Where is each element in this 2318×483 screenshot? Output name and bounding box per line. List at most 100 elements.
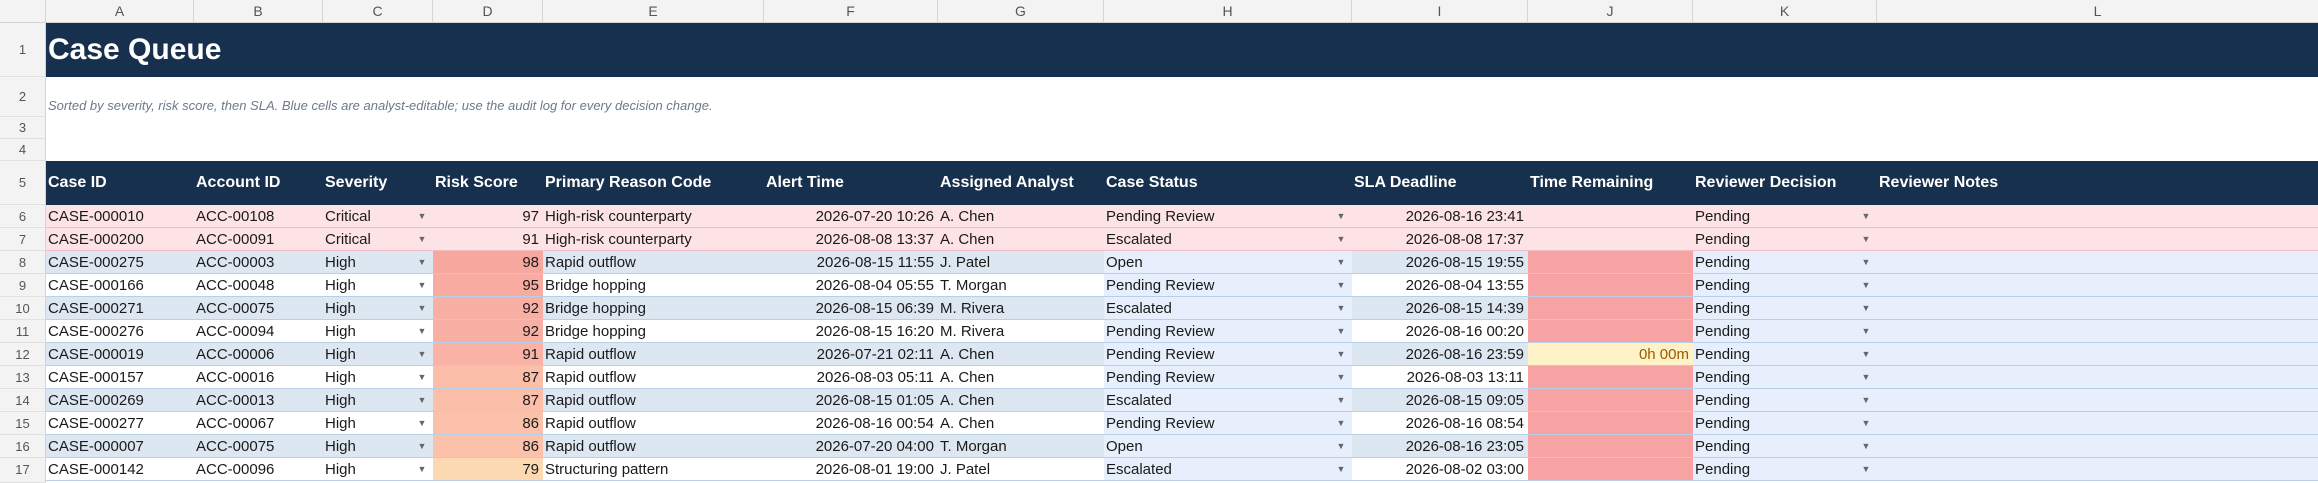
case-status-cell[interactable]: Escalated [1104,389,1352,411]
reviewer-notes-cell[interactable] [1877,274,2318,296]
alert-time-cell[interactable]: 2026-08-15 06:39 [764,297,938,319]
column-header-d[interactable]: D [433,0,543,22]
dropdown-arrow-icon[interactable]: ▼ [1859,297,1873,319]
dropdown-arrow-icon[interactable]: ▼ [1334,435,1348,457]
column-header-k[interactable]: K [1693,0,1877,22]
account-id-cell[interactable]: ACC-00075 [194,435,323,457]
dropdown-arrow-icon[interactable]: ▼ [415,412,429,434]
analyst-cell[interactable]: A. Chen [938,343,1104,365]
column-header-e[interactable]: E [543,0,764,22]
header-time-remaining[interactable]: Time Remaining [1530,161,1653,205]
case-id-cell[interactable]: CASE-000277 [46,412,194,434]
analyst-cell[interactable]: J. Patel [938,458,1104,480]
analyst-cell[interactable]: J. Patel [938,251,1104,273]
reason-code-cell[interactable]: Bridge hopping [543,297,764,319]
case-id-cell[interactable]: CASE-000157 [46,366,194,388]
account-id-cell[interactable]: ACC-00096 [194,458,323,480]
reviewer-notes-cell[interactable] [1877,458,2318,480]
analyst-cell[interactable]: M. Rivera [938,297,1104,319]
header-severity[interactable]: Severity [325,161,387,205]
reviewer-notes-cell[interactable] [1877,412,2318,434]
sla-deadline-cell[interactable]: 2026-08-15 09:05 [1352,389,1528,411]
dropdown-arrow-icon[interactable]: ▼ [415,251,429,273]
dropdown-arrow-icon[interactable]: ▼ [1334,320,1348,342]
case-status-cell[interactable]: Escalated [1104,458,1352,480]
alert-time-cell[interactable]: 2026-08-04 05:55 [764,274,938,296]
risk-score-cell[interactable]: 95 [433,274,543,296]
alert-time-cell[interactable]: 2026-07-21 02:11 [764,343,938,365]
reviewer-notes-cell[interactable] [1877,251,2318,273]
dropdown-arrow-icon[interactable]: ▼ [1334,228,1348,250]
sla-deadline-cell[interactable]: 2026-08-15 14:39 [1352,297,1528,319]
reason-code-cell[interactable]: Rapid outflow [543,366,764,388]
header-case-status[interactable]: Case Status [1106,161,1198,205]
time-remaining-cell[interactable] [1528,366,1693,388]
row-header-17[interactable]: 17 [0,458,46,483]
column-header-h[interactable]: H [1104,0,1352,22]
dropdown-arrow-icon[interactable]: ▼ [415,366,429,388]
sla-deadline-cell[interactable]: 2026-08-04 13:55 [1352,274,1528,296]
header-risk-score[interactable]: Risk Score [435,161,518,205]
case-status-cell[interactable]: Pending Review [1104,366,1352,388]
dropdown-arrow-icon[interactable]: ▼ [415,205,429,227]
case-id-cell[interactable]: CASE-000142 [46,458,194,480]
header-sla-deadline[interactable]: SLA Deadline [1354,161,1457,205]
case-status-cell[interactable]: Pending Review [1104,274,1352,296]
dropdown-arrow-icon[interactable]: ▼ [415,320,429,342]
time-remaining-cell[interactable] [1528,458,1693,480]
case-status-cell[interactable]: Pending Review [1104,205,1352,227]
column-header-c[interactable]: C [323,0,433,22]
reason-code-cell[interactable]: Structuring pattern [543,458,764,480]
sla-deadline-cell[interactable]: 2026-08-03 13:11 [1352,366,1528,388]
account-id-cell[interactable]: ACC-00048 [194,274,323,296]
dropdown-arrow-icon[interactable]: ▼ [1859,435,1873,457]
row-header-13[interactable]: 13 [0,366,46,389]
reviewer-decision-cell[interactable]: Pending [1693,412,1877,434]
column-header-a[interactable]: A [46,0,194,22]
header-account-id[interactable]: Account ID [196,161,280,205]
reviewer-decision-cell[interactable]: Pending [1693,228,1877,250]
reviewer-decision-cell[interactable]: Pending [1693,274,1877,296]
case-status-cell[interactable]: Open [1104,251,1352,273]
dropdown-arrow-icon[interactable]: ▼ [1859,366,1873,388]
dropdown-arrow-icon[interactable]: ▼ [1334,205,1348,227]
account-id-cell[interactable]: ACC-00094 [194,320,323,342]
reason-code-cell[interactable]: Bridge hopping [543,320,764,342]
dropdown-arrow-icon[interactable]: ▼ [1334,343,1348,365]
case-id-cell[interactable]: CASE-000007 [46,435,194,457]
row-header-4[interactable]: 4 [0,139,46,161]
risk-score-cell[interactable]: 98 [433,251,543,273]
time-remaining-cell[interactable] [1528,274,1693,296]
alert-time-cell[interactable]: 2026-08-03 05:11 [764,366,938,388]
sla-deadline-cell[interactable]: 2026-08-02 03:00 [1352,458,1528,480]
reviewer-notes-cell[interactable] [1877,366,2318,388]
alert-time-cell[interactable]: 2026-08-15 11:55 [764,251,938,273]
time-remaining-cell[interactable] [1528,435,1693,457]
row-header-6[interactable]: 6 [0,205,46,228]
reviewer-notes-cell[interactable] [1877,389,2318,411]
reason-code-cell[interactable]: Rapid outflow [543,412,764,434]
case-id-cell[interactable]: CASE-000010 [46,205,194,227]
reviewer-decision-cell[interactable]: Pending [1693,366,1877,388]
case-id-cell[interactable]: CASE-000276 [46,320,194,342]
header-primary-reason-code[interactable]: Primary Reason Code [545,161,711,205]
case-id-cell[interactable]: CASE-000271 [46,297,194,319]
analyst-cell[interactable]: A. Chen [938,228,1104,250]
row-header-5[interactable]: 5 [0,161,46,205]
row-header-8[interactable]: 8 [0,251,46,274]
reason-code-cell[interactable]: Rapid outflow [543,389,764,411]
risk-score-cell[interactable]: 87 [433,389,543,411]
dropdown-arrow-icon[interactable]: ▼ [415,343,429,365]
column-header-b[interactable]: B [194,0,323,22]
reviewer-decision-cell[interactable]: Pending [1693,251,1877,273]
account-id-cell[interactable]: ACC-00013 [194,389,323,411]
analyst-cell[interactable]: A. Chen [938,389,1104,411]
case-status-cell[interactable]: Escalated [1104,228,1352,250]
dropdown-arrow-icon[interactable]: ▼ [1859,412,1873,434]
row-header-3[interactable]: 3 [0,117,46,139]
analyst-cell[interactable]: A. Chen [938,205,1104,227]
dropdown-arrow-icon[interactable]: ▼ [1334,366,1348,388]
time-remaining-cell[interactable] [1528,228,1693,250]
risk-score-cell[interactable]: 91 [433,343,543,365]
time-remaining-cell[interactable] [1528,412,1693,434]
